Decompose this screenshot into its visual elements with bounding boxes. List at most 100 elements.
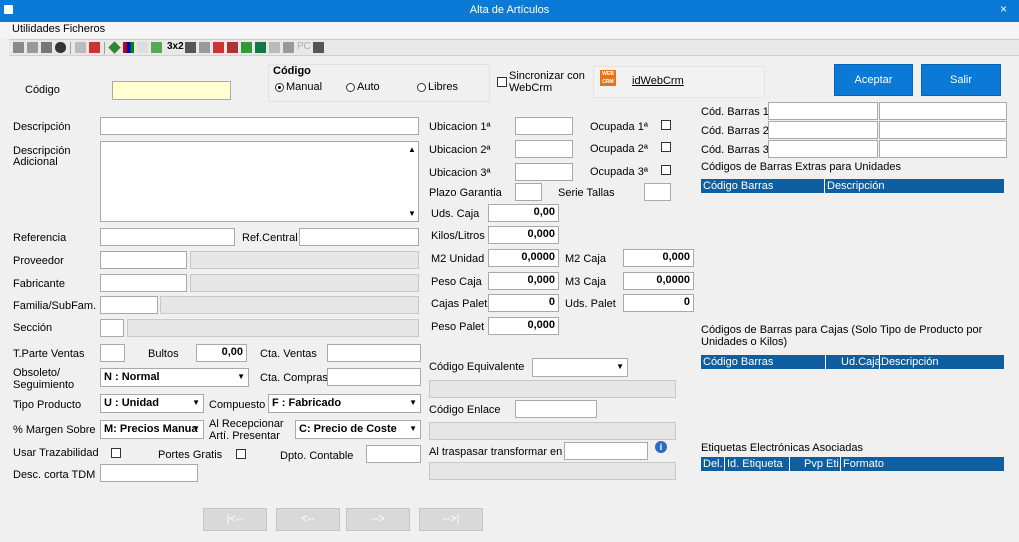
cod-barras-2-input[interactable] [768, 121, 878, 139]
desc-corta-input[interactable] [100, 464, 198, 482]
codigo-input[interactable] [112, 81, 231, 100]
gift-icon[interactable] [213, 42, 224, 53]
cta-ventas-input[interactable] [327, 344, 421, 362]
aceptar-button[interactable]: Aceptar [834, 64, 913, 96]
al-recepcionar-select[interactable]: C: Precio de Coste ▼ [295, 420, 421, 439]
salir-button[interactable]: Salir [921, 64, 1001, 96]
margen-select[interactable]: M: Precios Manua ▼ [100, 420, 204, 439]
extras-col-codigo[interactable]: Código Barras [703, 180, 773, 192]
plazo-garantia-input[interactable] [515, 183, 542, 201]
radio-auto[interactable] [346, 83, 355, 92]
nav-first-button[interactable]: |<-- [203, 508, 267, 531]
obsoleto-select[interactable]: N : Normal ▼ [100, 368, 249, 387]
cod-barras-1-input[interactable] [768, 102, 878, 120]
etiquetas-col-id[interactable]: Id. Etiqueta [727, 458, 783, 470]
m2-unidad-input[interactable]: 0,0000 [488, 249, 559, 267]
copy-icon[interactable] [75, 42, 86, 53]
al-recepcionar-label-1: Al Recepcionar [209, 418, 284, 430]
scroll-up-icon[interactable]: ▲ [408, 145, 416, 154]
menu-ficheros[interactable]: Ficheros [63, 23, 105, 35]
descripcion-adicional-textarea[interactable] [100, 141, 419, 222]
tipo-producto-select[interactable]: U : Unidad ▼ [100, 394, 204, 413]
radio-manual[interactable] [275, 83, 284, 92]
preview-icon[interactable] [41, 42, 52, 53]
cajas-col-codigo[interactable]: Código Barras [703, 356, 773, 368]
dpto-contable-input[interactable] [366, 445, 421, 463]
document-icon[interactable] [199, 42, 210, 53]
cod-barras-1-desc-input[interactable] [879, 102, 1007, 120]
m2-caja-input[interactable]: 0,000 [623, 249, 694, 267]
proveedor-code-input[interactable] [100, 251, 187, 269]
book-icon[interactable] [255, 42, 266, 53]
peso-caja-input[interactable]: 0,000 [488, 272, 559, 290]
codigo-equivalente-select[interactable]: ▼ [532, 358, 628, 377]
usar-trazabilidad-checkbox[interactable] [111, 448, 121, 458]
bultos-input[interactable]: 0,00 [196, 344, 247, 362]
shield-icon[interactable] [283, 42, 294, 53]
pc-icon[interactable]: PC [297, 41, 311, 52]
exit-icon[interactable] [313, 42, 324, 53]
scroll-down-icon[interactable]: ▼ [408, 209, 416, 218]
extras-col-descripcion[interactable]: Descripción [827, 180, 884, 192]
cod-barras-2-desc-input[interactable] [879, 121, 1007, 139]
ref-central-input[interactable] [299, 228, 419, 246]
info-icon[interactable]: i [655, 441, 667, 453]
ocupada-1-checkbox[interactable] [661, 120, 671, 130]
seccion-code-input[interactable] [100, 319, 124, 337]
sort-icon[interactable] [137, 42, 148, 53]
peso-palet-input[interactable]: 0,000 [488, 317, 559, 335]
transfer-icon[interactable] [227, 42, 238, 53]
serie-tallas-input[interactable] [644, 183, 671, 201]
compuesto-select[interactable]: F : Fabricado ▼ [268, 394, 421, 413]
binoculars-icon[interactable] [55, 42, 66, 53]
uds-palet-input[interactable]: 0 [623, 294, 694, 312]
kilos-litros-label: Kilos/Litros [431, 230, 485, 242]
print-icon[interactable] [27, 42, 38, 53]
codigo-enlace-input[interactable] [515, 400, 597, 418]
portes-gratis-checkbox[interactable] [236, 449, 246, 459]
cajas-palet-input[interactable]: 0 [488, 294, 559, 312]
nav-last-button[interactable]: -->| [419, 508, 483, 531]
familia-code-input[interactable] [100, 296, 158, 314]
fabricante-code-input[interactable] [100, 274, 187, 292]
m3-caja-input[interactable]: 0,0000 [623, 272, 694, 290]
cod-barras-3-desc-input[interactable] [879, 140, 1007, 158]
kilos-litros-input[interactable]: 0,000 [488, 226, 559, 244]
uds-caja-input[interactable]: 0,00 [488, 204, 559, 222]
etiquetas-col-del[interactable]: Del. [703, 458, 723, 470]
cajas-col-descripcion[interactable]: Descripción [881, 356, 938, 368]
ubicacion-3-input[interactable] [515, 163, 573, 181]
cajas-title-1: Códigos de Barras para Cajas (Solo Tipo … [701, 324, 983, 336]
three-for-two-icon[interactable]: 3x2 [167, 41, 184, 52]
cta-compras-input[interactable] [327, 368, 421, 386]
sync-webcrm-checkbox[interactable] [497, 77, 507, 87]
cod-barras-3-input[interactable] [768, 140, 878, 158]
barcode-icon[interactable] [269, 42, 280, 53]
menu-utilidades[interactable]: Utilidades [12, 23, 60, 35]
save-icon[interactable] [13, 42, 24, 53]
ubicacion-1-input[interactable] [515, 117, 573, 135]
cajas-col-udcaja[interactable]: Ud.Caja [841, 356, 881, 368]
tag-icon[interactable] [108, 41, 121, 54]
referencia-input[interactable] [100, 228, 235, 246]
column-divider [824, 179, 825, 193]
ocupada-3-checkbox[interactable] [661, 165, 671, 175]
idwebcrm-link[interactable]: idWebCrm [632, 75, 684, 87]
etiquetas-col-formato[interactable]: Formato [843, 458, 884, 470]
radio-libres[interactable] [417, 83, 426, 92]
descripcion-input[interactable] [100, 117, 419, 135]
t-parte-ventas-input[interactable] [100, 344, 125, 362]
ubicacion-2-input[interactable] [515, 140, 573, 158]
arrow-down-icon[interactable] [241, 42, 252, 53]
nav-next-button[interactable]: --> [346, 508, 410, 531]
sort-desc-icon[interactable] [151, 42, 162, 53]
bar-chart-icon[interactable] [123, 42, 134, 53]
close-button[interactable]: × [1000, 2, 1007, 16]
paste-icon[interactable] [89, 42, 100, 53]
nav-prev-button[interactable]: <-- [276, 508, 340, 531]
calculator-icon[interactable] [185, 42, 196, 53]
ocupada-2-checkbox[interactable] [661, 142, 671, 152]
etiquetas-col-pvp[interactable]: Pvp Eti. [804, 458, 842, 470]
al-traspasar-input[interactable] [564, 442, 648, 460]
proveedor-label: Proveedor [13, 255, 64, 267]
